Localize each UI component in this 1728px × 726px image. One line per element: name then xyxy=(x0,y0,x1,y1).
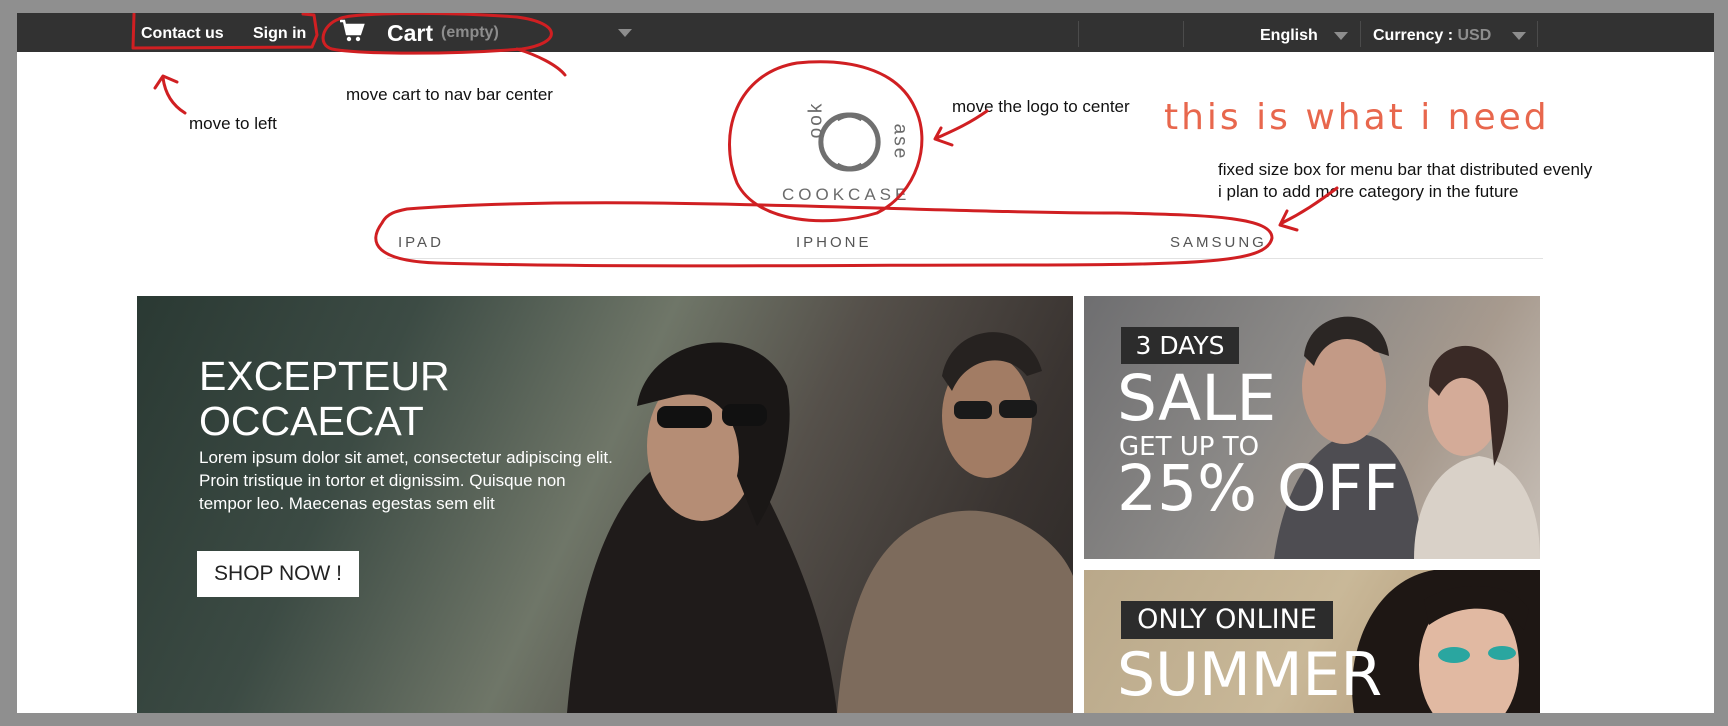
logo-word-right: ase xyxy=(889,123,911,161)
currency-selector[interactable]: Currency : USD xyxy=(1373,27,1491,45)
shop-now-button[interactable]: SHOP NOW ! xyxy=(197,551,359,597)
currency-label: Currency : xyxy=(1373,27,1454,44)
logo-word-left: ook xyxy=(805,101,827,139)
summer-headline: SUMMER xyxy=(1117,640,1383,710)
language-dropdown-icon[interactable] xyxy=(1334,32,1348,40)
divider xyxy=(1183,21,1184,47)
contact-us-link[interactable]: Contact us xyxy=(141,25,224,43)
sale-discount: 25% OFF xyxy=(1117,452,1400,525)
language-selector[interactable]: English xyxy=(1260,27,1318,45)
divider xyxy=(1078,21,1079,47)
annotation-move-left: move to left xyxy=(189,114,277,133)
annotation-what-i-need: this is what i need xyxy=(1164,97,1550,138)
cart-status: (empty) xyxy=(441,24,499,41)
summer-tag: ONLY ONLINE xyxy=(1121,601,1333,639)
sign-in-link[interactable]: Sign in xyxy=(253,25,306,43)
sale-banner[interactable]: 3 DAYS SALE GET UP TO 25% OFF xyxy=(1084,296,1540,559)
annotation-fixed-box-1: fixed size box for menu bar that distrib… xyxy=(1218,160,1593,179)
sale-tag: 3 DAYS xyxy=(1121,327,1239,364)
top-nav-bar: Contact us Sign in Cart (empty) English … xyxy=(17,13,1714,52)
browser-viewport: Contact us Sign in Cart (empty) English … xyxy=(17,13,1714,713)
menu-item-iphone[interactable]: IPHONE xyxy=(796,234,872,251)
currency-dropdown-icon[interactable] xyxy=(1512,32,1526,40)
annotation-fixed-box-2: i plan to add more category in the futur… xyxy=(1218,182,1519,201)
hero-title: EXCEPTEUR OCCAECAT xyxy=(199,353,450,444)
site-logo[interactable] xyxy=(767,89,947,229)
hero-banner[interactable]: EXCEPTEUR OCCAECAT Lorem ipsum dolor sit … xyxy=(137,296,1073,713)
annotation-move-logo: move the logo to center xyxy=(952,97,1130,116)
cart-icon[interactable] xyxy=(339,19,365,48)
menu-item-ipad[interactable]: IPAD xyxy=(398,234,444,251)
summer-banner[interactable]: ONLY ONLINE SUMMER xyxy=(1084,570,1540,713)
hero-description: Lorem ipsum dolor sit amet, consectetur … xyxy=(199,448,613,513)
menu-divider xyxy=(387,258,1543,259)
annotation-move-cart: move cart to nav bar center xyxy=(346,85,553,104)
divider xyxy=(1537,21,1538,47)
sale-headline: SALE xyxy=(1117,362,1277,435)
divider xyxy=(1360,21,1361,47)
cart-dropdown-icon[interactable] xyxy=(618,29,632,37)
logo-text: COOKCASE xyxy=(782,185,911,204)
currency-value: USD xyxy=(1457,27,1492,44)
cart-link[interactable]: Cart xyxy=(387,20,433,47)
menu-item-samsung[interactable]: SAMSUNG xyxy=(1170,234,1267,251)
